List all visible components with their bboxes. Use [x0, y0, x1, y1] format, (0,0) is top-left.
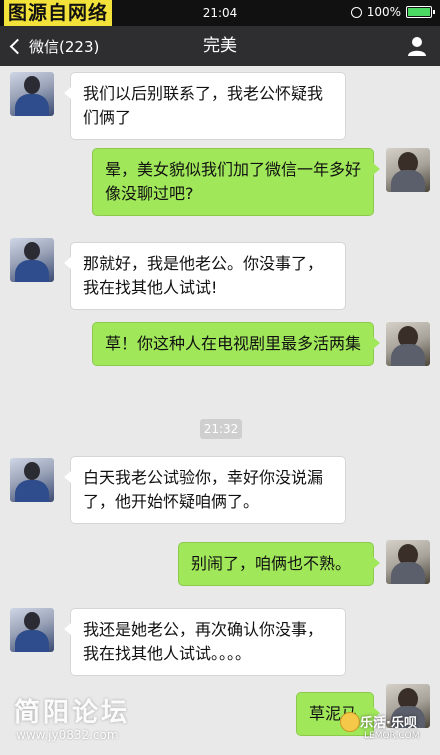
status-right: 100%	[350, 5, 435, 19]
message-bubble-incoming[interactable]: 白天我老公试验你，幸好你没说漏了，他开始怀疑咱俩了。	[64, 456, 346, 524]
chat-area[interactable]: 我们以后别联系了，我老公怀疑我们俩了 晕，美女貌似我们加了微信一年多好像没聊过吧…	[0, 66, 440, 755]
message-timestamp: 21:32	[200, 419, 242, 439]
self-avatar[interactable]	[386, 322, 430, 366]
message-bubble-outgoing[interactable]: 别闹了，咱俩也不熟。	[178, 542, 380, 586]
nav-bar: 微信(223) 完美	[0, 26, 440, 66]
contact-avatar[interactable]	[10, 72, 54, 116]
contact-avatar[interactable]	[10, 458, 54, 502]
back-button[interactable]: 微信(223)	[9, 26, 100, 66]
person-icon[interactable]	[406, 35, 428, 57]
message-bubble-outgoing[interactable]: 晕，美女貌似我们加了微信一年多好像没聊过吧?	[92, 148, 380, 216]
back-label: 微信(223)	[29, 37, 100, 56]
logo-url-watermark: LEMOR.COM	[364, 731, 420, 741]
battery-icon	[406, 6, 435, 18]
rotation-lock-icon	[350, 6, 362, 18]
self-avatar[interactable]	[386, 148, 430, 192]
logo-watermark: 乐活·乐呗	[360, 716, 417, 731]
contact-avatar[interactable]	[10, 238, 54, 282]
smiley-icon	[340, 712, 360, 732]
battery-percent: 100%	[366, 5, 401, 19]
forum-watermark: 简阳论坛	[14, 698, 131, 728]
self-avatar[interactable]	[386, 540, 430, 584]
forum-url-watermark: www.jy0832.com	[16, 728, 119, 742]
message-bubble-incoming[interactable]: 我们以后别联系了，我老公怀疑我们俩了	[64, 72, 346, 140]
message-bubble-outgoing[interactable]: 草！你这种人在电视剧里最多活两集	[92, 322, 380, 366]
message-bubble-incoming[interactable]: 我还是她老公，再次确认你没事，我在找其他人试试。。。。	[64, 608, 346, 676]
contact-avatar[interactable]	[10, 608, 54, 652]
chevron-left-icon	[9, 38, 26, 54]
message-bubble-incoming[interactable]: 那就好，我是他老公。你没事了，我在找其他人试试!	[64, 242, 346, 310]
source-watermark: 图源自网络	[4, 0, 113, 26]
